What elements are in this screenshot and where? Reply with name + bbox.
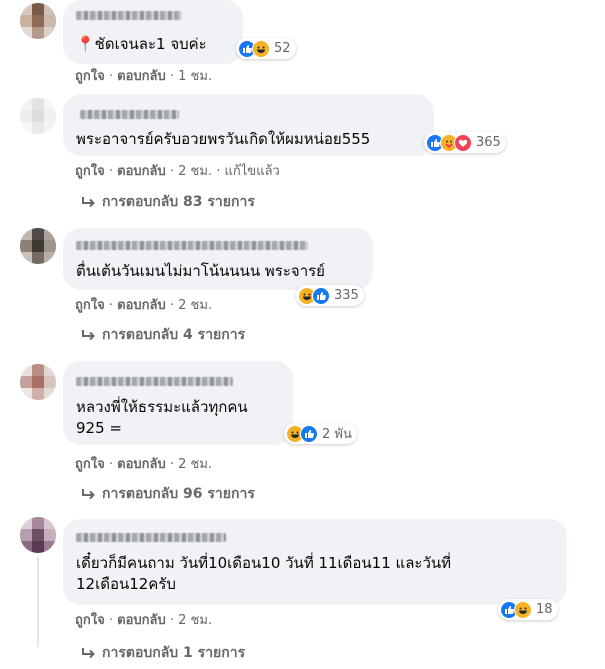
reply-arrow-icon: [82, 330, 95, 341]
avatar[interactable]: [20, 3, 56, 39]
separator: ·: [169, 298, 175, 313]
avatar[interactable]: [20, 364, 56, 400]
timestamp[interactable]: 2 ชม.: [178, 613, 212, 628]
reaction-summary[interactable]: 2 พัน: [284, 423, 357, 444]
reaction-count: 335: [334, 288, 359, 303]
separator: ·: [108, 298, 113, 313]
separator: ·: [108, 69, 113, 84]
haha-reaction-icon: [514, 600, 532, 619]
replies-count-label: การตอบกลับ 1 รายการ: [102, 645, 246, 661]
comment-bubble: 📍ชัดเจนละ1 จบค่ะ: [63, 0, 243, 64]
like-reaction-icon: [300, 424, 318, 443]
view-replies-link[interactable]: การตอบกลับ 1 รายการ: [80, 644, 245, 662]
reaction-summary[interactable]: 52: [236, 38, 296, 59]
comment-bubble: เดี๋ยวก็มีคนถาม วันที่10เดือน10 วันที่ 1…: [63, 519, 567, 605]
edited-label: แก้ไขแล้ว: [224, 164, 280, 179]
comment-bubble: ตื่นเต้นวันเมนไม่มาโน้นนนน พระจารย์: [63, 228, 373, 290]
separator: ·: [108, 457, 113, 472]
reaction-count: 52: [274, 41, 291, 56]
reply-thread-line: [37, 557, 39, 647]
reply-link[interactable]: ตอบกลับ: [117, 164, 166, 179]
comment-actions: ถูกใจ · ตอบกลับ · 2 ชม.: [75, 457, 212, 473]
commenter-name[interactable]: [76, 11, 182, 20]
love-reaction-icon: [454, 133, 472, 152]
reply-link[interactable]: ตอบกลับ: [117, 69, 166, 84]
view-replies-link[interactable]: การตอบกลับ 4 รายการ: [80, 326, 245, 344]
separator: ·: [169, 613, 175, 628]
commenter-name[interactable]: [76, 533, 226, 542]
separator: ·: [216, 164, 221, 179]
replies-count-label: การตอบกลับ 4 รายการ: [102, 327, 246, 343]
comment-actions: ถูกใจ · ตอบกลับ · 2 ชม. · แก้ไขแล้ว: [75, 164, 280, 180]
comment-text: 📍ชัดเจนละ1 จบค่ะ: [76, 35, 207, 53]
timestamp[interactable]: 1 ชม.: [178, 69, 212, 84]
timestamp[interactable]: 2 ชม.: [178, 457, 212, 472]
reply-link[interactable]: ตอบกลับ: [117, 298, 166, 313]
timestamp[interactable]: 2 ชม.: [178, 164, 212, 179]
commenter-name[interactable]: [76, 377, 233, 386]
comment-actions: ถูกใจ · ตอบกลับ · 2 ชม.: [75, 613, 212, 629]
reply-arrow-icon: [82, 648, 95, 659]
reaction-count: 365: [476, 135, 501, 150]
reply-link[interactable]: ตอบกลับ: [117, 613, 166, 628]
view-replies-link[interactable]: การตอบกลับ 83 รายการ: [80, 193, 255, 211]
separator: ·: [169, 457, 175, 472]
reaction-summary[interactable]: 335: [296, 285, 364, 306]
like-link[interactable]: ถูกใจ: [75, 69, 105, 84]
comment-text: หลวงพี่ให้ธรรมะแล้วทุกคน 925 =: [76, 398, 248, 437]
like-link[interactable]: ถูกใจ: [75, 298, 105, 313]
commenter-name[interactable]: [76, 241, 308, 250]
separator: ·: [108, 613, 113, 628]
comment-text: ตื่นเต้นวันเมนไม่มาโน้นนนน พระจารย์: [76, 262, 325, 280]
replies-count-label: การตอบกลับ 96 รายการ: [102, 486, 255, 502]
like-reaction-icon: [312, 286, 330, 305]
avatar[interactable]: [20, 517, 56, 553]
like-link[interactable]: ถูกใจ: [75, 613, 105, 628]
haha-reaction-icon: [252, 39, 270, 58]
comment-text: พระอาจารย์ครับอวยพรวันเกิดให้ผมหน่อย555: [76, 130, 371, 148]
separator: ·: [108, 164, 113, 179]
reaction-count: 2 พัน: [322, 427, 352, 442]
commenter-name[interactable]: [80, 110, 179, 119]
timestamp[interactable]: 2 ชม.: [178, 298, 212, 313]
like-link[interactable]: ถูกใจ: [75, 164, 105, 179]
separator: ·: [169, 164, 175, 179]
avatar[interactable]: [20, 228, 56, 264]
view-replies-link[interactable]: การตอบกลับ 96 รายการ: [80, 485, 255, 503]
comment-actions: ถูกใจ · ตอบกลับ · 1 ชม.: [75, 69, 212, 85]
comment-actions: ถูกใจ · ตอบกลับ · 2 ชม.: [75, 298, 212, 314]
reply-arrow-icon: [82, 489, 95, 500]
comment-bubble: พระอาจารย์ครับอวยพรวันเกิดให้ผมหน่อย555: [63, 94, 434, 156]
reply-link[interactable]: ตอบกลับ: [117, 457, 166, 472]
reaction-summary[interactable]: 365: [424, 132, 506, 153]
reply-arrow-icon: [82, 197, 95, 208]
comment-text: เดี๋ยวก็มีคนถาม วันที่10เดือน10 วันที่ 1…: [76, 554, 452, 593]
comment-bubble: หลวงพี่ให้ธรรมะแล้วทุกคน 925 =: [63, 361, 293, 445]
like-link[interactable]: ถูกใจ: [75, 457, 105, 472]
avatar[interactable]: [20, 98, 56, 134]
reaction-summary[interactable]: 18: [498, 599, 558, 620]
replies-count-label: การตอบกลับ 83 รายการ: [102, 194, 255, 210]
reaction-count: 18: [536, 602, 553, 617]
separator: ·: [169, 69, 175, 84]
